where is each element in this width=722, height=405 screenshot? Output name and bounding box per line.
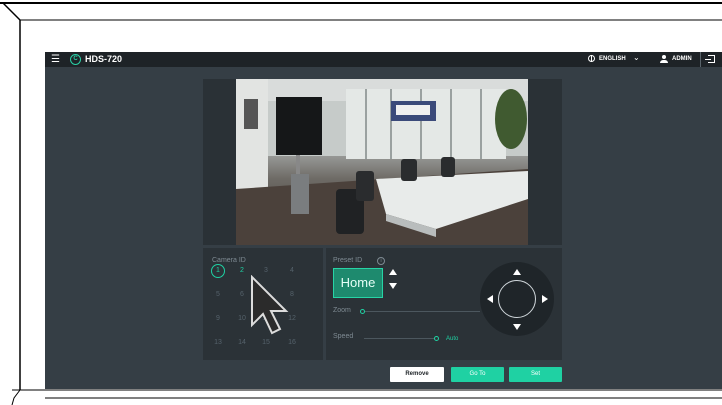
user-menu[interactable]: ADMIN — [672, 55, 692, 63]
preset-id-display: Home — [333, 268, 383, 298]
language-selector[interactable]: ENGLISH — [599, 55, 626, 63]
camera-id-14[interactable]: 14 — [235, 336, 249, 350]
speed-auto-label: Auto — [446, 336, 459, 342]
preset-id-title: Preset ID — [333, 257, 363, 264]
ptz-center-button[interactable] — [498, 280, 536, 318]
remove-button[interactable]: Remove — [390, 367, 444, 382]
camera-id-15[interactable]: 15 — [259, 336, 273, 350]
pan-right-icon[interactable] — [542, 295, 548, 303]
camera-id-10[interactable]: 10 — [235, 312, 249, 326]
speed-slider-track[interactable] — [364, 338, 436, 339]
info-icon[interactable]: i — [377, 257, 385, 265]
arrow-down-icon[interactable] — [389, 283, 397, 289]
app-title: HDS-720 — [85, 54, 123, 64]
pan-down-icon[interactable] — [513, 324, 521, 330]
zoom-label: Zoom — [333, 307, 351, 314]
pan-left-icon[interactable] — [487, 295, 493, 303]
camera-video-feed[interactable] — [236, 79, 528, 245]
video-panel — [203, 79, 562, 245]
logo-icon: C — [70, 54, 81, 65]
app-window: ☰ C HDS-720 ENGLISH ⌄ ADMIN Camera ID 1 … — [45, 52, 722, 389]
pan-up-icon[interactable] — [513, 269, 521, 275]
globe-icon[interactable] — [588, 55, 595, 62]
top-bar: ☰ C HDS-720 ENGLISH ⌄ ADMIN — [45, 52, 722, 67]
zoom-slider-knob[interactable] — [360, 309, 365, 314]
ptz-control-pad[interactable] — [480, 262, 554, 336]
speed-label: Speed — [333, 333, 354, 340]
user-icon[interactable] — [660, 55, 668, 63]
set-button[interactable]: Set — [509, 367, 562, 382]
camera-id-16[interactable]: 16 — [285, 336, 299, 350]
cursor-icon — [251, 275, 289, 335]
divider — [700, 52, 701, 67]
camera-id-2[interactable]: 2 — [235, 264, 249, 278]
camera-id-9[interactable]: 9 — [211, 312, 225, 326]
room-scene — [236, 79, 528, 245]
logout-icon[interactable] — [705, 55, 715, 63]
go-to-button[interactable]: Go To — [451, 367, 504, 382]
arrow-up-icon[interactable] — [389, 269, 397, 275]
zoom-slider-track[interactable] — [362, 311, 480, 312]
menu-icon[interactable]: ☰ — [51, 54, 60, 65]
speed-slider-knob[interactable] — [434, 336, 439, 341]
chevron-down-icon[interactable]: ⌄ — [633, 53, 640, 63]
camera-id-13[interactable]: 13 — [211, 336, 225, 350]
preset-panel: Preset ID i Home Zoom Speed Auto — [326, 248, 562, 360]
camera-id-5[interactable]: 5 — [211, 288, 225, 302]
camera-id-6[interactable]: 6 — [235, 288, 249, 302]
camera-id-1[interactable]: 1 — [211, 264, 225, 278]
